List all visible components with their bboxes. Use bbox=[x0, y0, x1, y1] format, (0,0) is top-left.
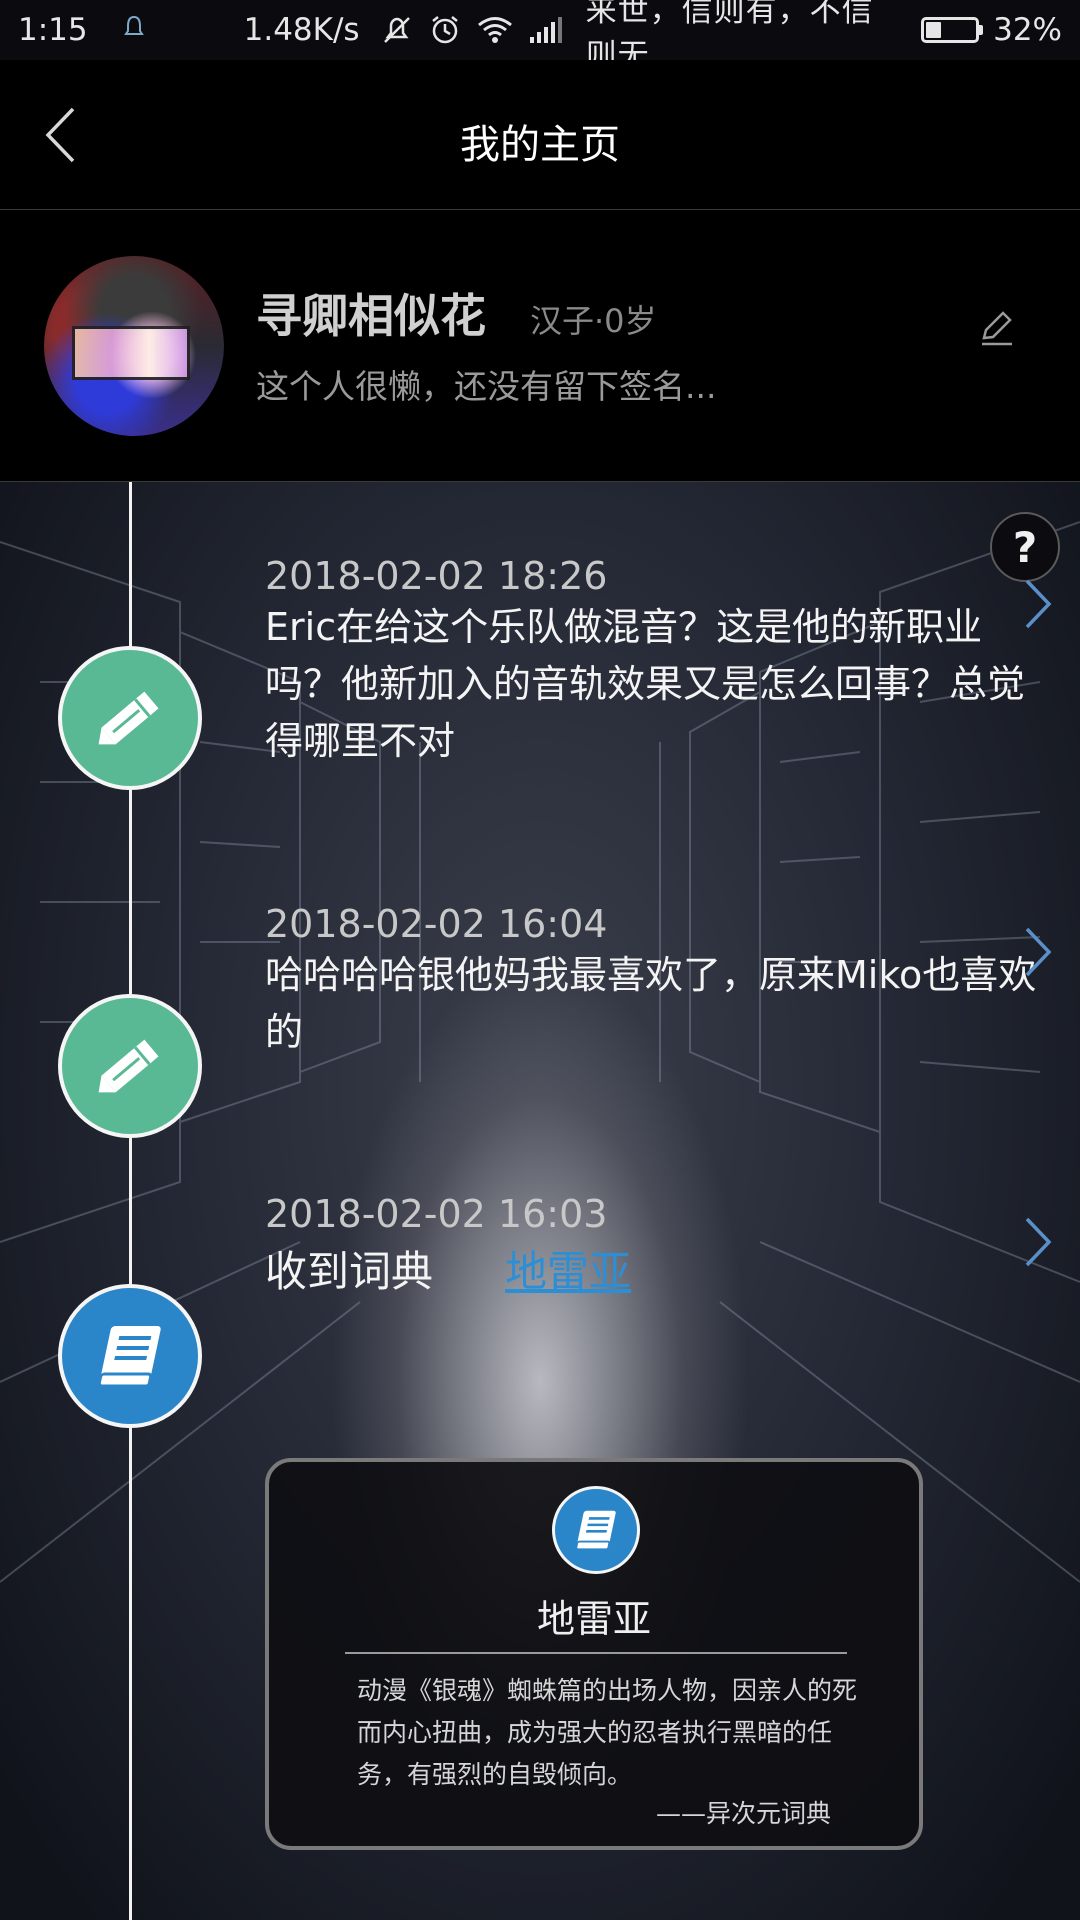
signal-icon bbox=[528, 15, 564, 45]
wifi-icon bbox=[476, 15, 514, 45]
battery-tip bbox=[979, 25, 984, 35]
card-divider bbox=[345, 1652, 847, 1654]
timeline-entry-text[interactable]: Eric在给这个乐队做混音？这是他的新职业吗？他新加入的音轨效果又是怎么回事？总… bbox=[265, 599, 1055, 770]
chevron-right-icon bbox=[1025, 927, 1052, 977]
network-speed: 1.48K/s bbox=[243, 12, 360, 48]
battery-percent: 32% bbox=[993, 12, 1062, 48]
card-description: 动漫《银魂》蜘蛛篇的出场人物，因亲人的死而内心扭曲，成为强大的忍者执行黑暗的任务… bbox=[357, 1676, 858, 1789]
pencil-icon bbox=[98, 691, 159, 745]
timeline-entry-time: 2018-02-02 18:26 bbox=[265, 554, 608, 598]
timeline-entry-time: 2018-02-02 16:04 bbox=[265, 902, 608, 946]
edit-profile-button[interactable] bbox=[966, 298, 1026, 358]
timeline-entry-time: 2018-02-02 16:03 bbox=[265, 1192, 608, 1236]
battery-indicator: 32% bbox=[921, 12, 1062, 48]
entry-detail-button[interactable] bbox=[1018, 574, 1058, 634]
chevron-right-icon bbox=[1025, 579, 1052, 629]
timeline-node-note bbox=[58, 646, 202, 790]
page-title: 我的主页 bbox=[460, 122, 620, 168]
user-signature: 这个人很懒，还没有留下签名... bbox=[256, 367, 717, 406]
notification-icon bbox=[123, 12, 144, 48]
status-time: 1:15 bbox=[18, 12, 88, 48]
battery-icon bbox=[921, 17, 980, 43]
chevron-right-icon bbox=[1025, 1217, 1052, 1267]
profile-section: 寻卿相似花 汉子·0岁 这个人很懒，还没有留下签名... bbox=[0, 210, 1080, 482]
timeline-node-dictionary bbox=[58, 1284, 202, 1428]
user-meta: 汉子·0岁 bbox=[530, 302, 657, 340]
entry-detail-button[interactable] bbox=[1018, 922, 1058, 982]
user-name: 寻卿相似花 bbox=[256, 289, 486, 343]
book-icon bbox=[552, 1486, 640, 1574]
status-bar: 1:15 1.48K/s 来世，信则有，不信则无 32% bbox=[0, 0, 1080, 74]
pencil-icon bbox=[98, 1039, 159, 1093]
avatar-photo-detail bbox=[72, 326, 190, 380]
timeline-entry-text[interactable]: 哈哈哈哈银他妈我最喜欢了，原来Miko也喜欢的 bbox=[265, 947, 1055, 1061]
pencil-icon bbox=[982, 311, 1012, 346]
header-bar: 我的主页 bbox=[0, 60, 1080, 210]
timeline-area[interactable]: ? 2018-02-02 18:26 Eric在给这个乐队做混音？这是他的新职业… bbox=[0, 482, 1080, 1920]
alarm-icon bbox=[428, 13, 462, 47]
dictionary-received-label: 收到词典 bbox=[265, 1247, 434, 1296]
dictionary-card[interactable]: 地雷亚 动漫《银魂》蜘蛛篇的出场人物，因亲人的死而内心扭曲，成为强大的忍者执行黑… bbox=[265, 1458, 923, 1850]
timeline-node-note bbox=[58, 994, 202, 1138]
card-source: ——异次元词典 bbox=[655, 1799, 831, 1828]
avatar[interactable] bbox=[44, 256, 224, 436]
help-button[interactable]: ? bbox=[990, 512, 1060, 582]
card-title: 地雷亚 bbox=[536, 1597, 651, 1641]
mute-icon bbox=[380, 13, 414, 47]
battery-level-fill bbox=[926, 22, 942, 38]
entry-detail-button[interactable] bbox=[1018, 1212, 1058, 1272]
dictionary-term-link[interactable]: 地雷亚 bbox=[505, 1238, 631, 1299]
book-icon bbox=[97, 1326, 161, 1388]
